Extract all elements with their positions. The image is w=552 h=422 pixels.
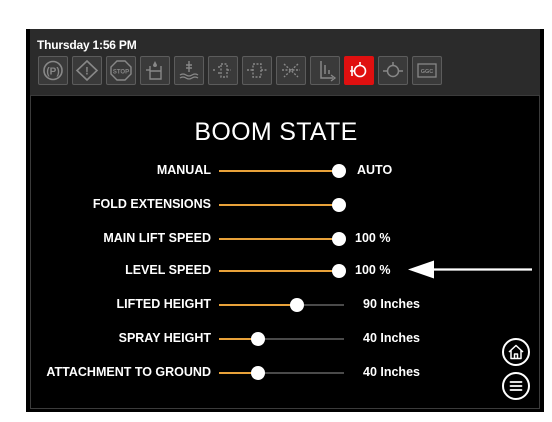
fuel-water-icon[interactable] xyxy=(140,56,170,85)
coolant-level-icon[interactable] xyxy=(174,56,204,85)
ggc-icon[interactable]: GGC xyxy=(412,56,442,85)
slider-knob[interactable] xyxy=(332,264,346,278)
hydraulic-filter-icon[interactable] xyxy=(242,56,272,85)
row-label-lifted-height: LIFTED HEIGHT xyxy=(116,297,211,311)
svg-text:(P): (P) xyxy=(46,67,59,78)
slider-knob[interactable] xyxy=(251,366,265,380)
lifted-height-slider[interactable] xyxy=(219,298,344,312)
attachment-to-ground-slider[interactable] xyxy=(219,366,344,380)
home-button[interactable] xyxy=(502,338,530,366)
svg-text:!: ! xyxy=(85,66,89,78)
fold-extensions-toggle[interactable] xyxy=(219,198,346,212)
slider-knob[interactable] xyxy=(251,332,265,346)
row-label-attachment-to-ground: ATTACHMENT TO GROUND xyxy=(46,365,211,379)
row-value-manual: AUTO xyxy=(357,163,393,177)
row-value-attachment-to-ground: 40 Inches xyxy=(363,365,420,379)
row-label-level-speed: LEVEL SPEED xyxy=(125,263,211,277)
row-value-main-lift-speed: 100 % xyxy=(355,231,391,245)
row-label-main-lift-speed: MAIN LIFT SPEED xyxy=(103,231,211,245)
row-value-spray-height: 40 Inches xyxy=(363,331,420,345)
main-lift-speed-slider[interactable] xyxy=(219,232,346,246)
row-label-manual: MANUAL xyxy=(156,163,211,177)
warning-icon[interactable]: ! xyxy=(72,56,102,85)
boom-state-icon[interactable] xyxy=(344,56,374,85)
row-value-level-speed: 100 % xyxy=(355,263,391,277)
slider-fill xyxy=(219,270,339,272)
status-bar: Thursday 1:56 PM (P) ! STOP GGC xyxy=(30,29,540,95)
oil-pressure-icon[interactable] xyxy=(378,56,408,85)
slider-fill xyxy=(219,170,339,172)
menu-button[interactable] xyxy=(502,372,530,400)
row-label-fold-extensions: FOLD EXTENSIONS xyxy=(92,197,211,211)
annotation-arrow xyxy=(408,260,532,279)
hydraulic-oil-icon[interactable] xyxy=(208,56,238,85)
slider-knob[interactable] xyxy=(290,298,304,312)
manual-auto-toggle[interactable] xyxy=(219,164,346,178)
spray-height-slider[interactable] xyxy=(219,332,344,346)
home-icon xyxy=(508,344,524,360)
slider-fill xyxy=(219,238,339,240)
menu-icon xyxy=(509,381,523,391)
slider-fill xyxy=(219,204,339,206)
row-label-spray-height: SPRAY HEIGHT xyxy=(118,331,211,345)
display-screen: Thursday 1:56 PM (P) ! STOP GGC xyxy=(26,29,544,412)
svg-text:GGC: GGC xyxy=(421,69,434,75)
stop-icon[interactable]: STOP xyxy=(106,56,136,85)
slider-knob[interactable] xyxy=(332,198,346,212)
datetime-label: Thursday 1:56 PM xyxy=(37,38,137,52)
slider-fill xyxy=(219,304,297,306)
boom-height-icon[interactable] xyxy=(310,56,340,85)
filter-bypass-icon[interactable] xyxy=(276,56,306,85)
page-title: BOOM STATE xyxy=(194,118,358,146)
parking-brake-icon[interactable]: (P) xyxy=(38,56,68,85)
row-value-lifted-height: 90 Inches xyxy=(363,297,420,311)
svg-text:STOP: STOP xyxy=(113,70,129,76)
level-speed-slider[interactable] xyxy=(219,264,346,278)
slider-knob[interactable] xyxy=(332,164,346,178)
slider-knob[interactable] xyxy=(332,232,346,246)
